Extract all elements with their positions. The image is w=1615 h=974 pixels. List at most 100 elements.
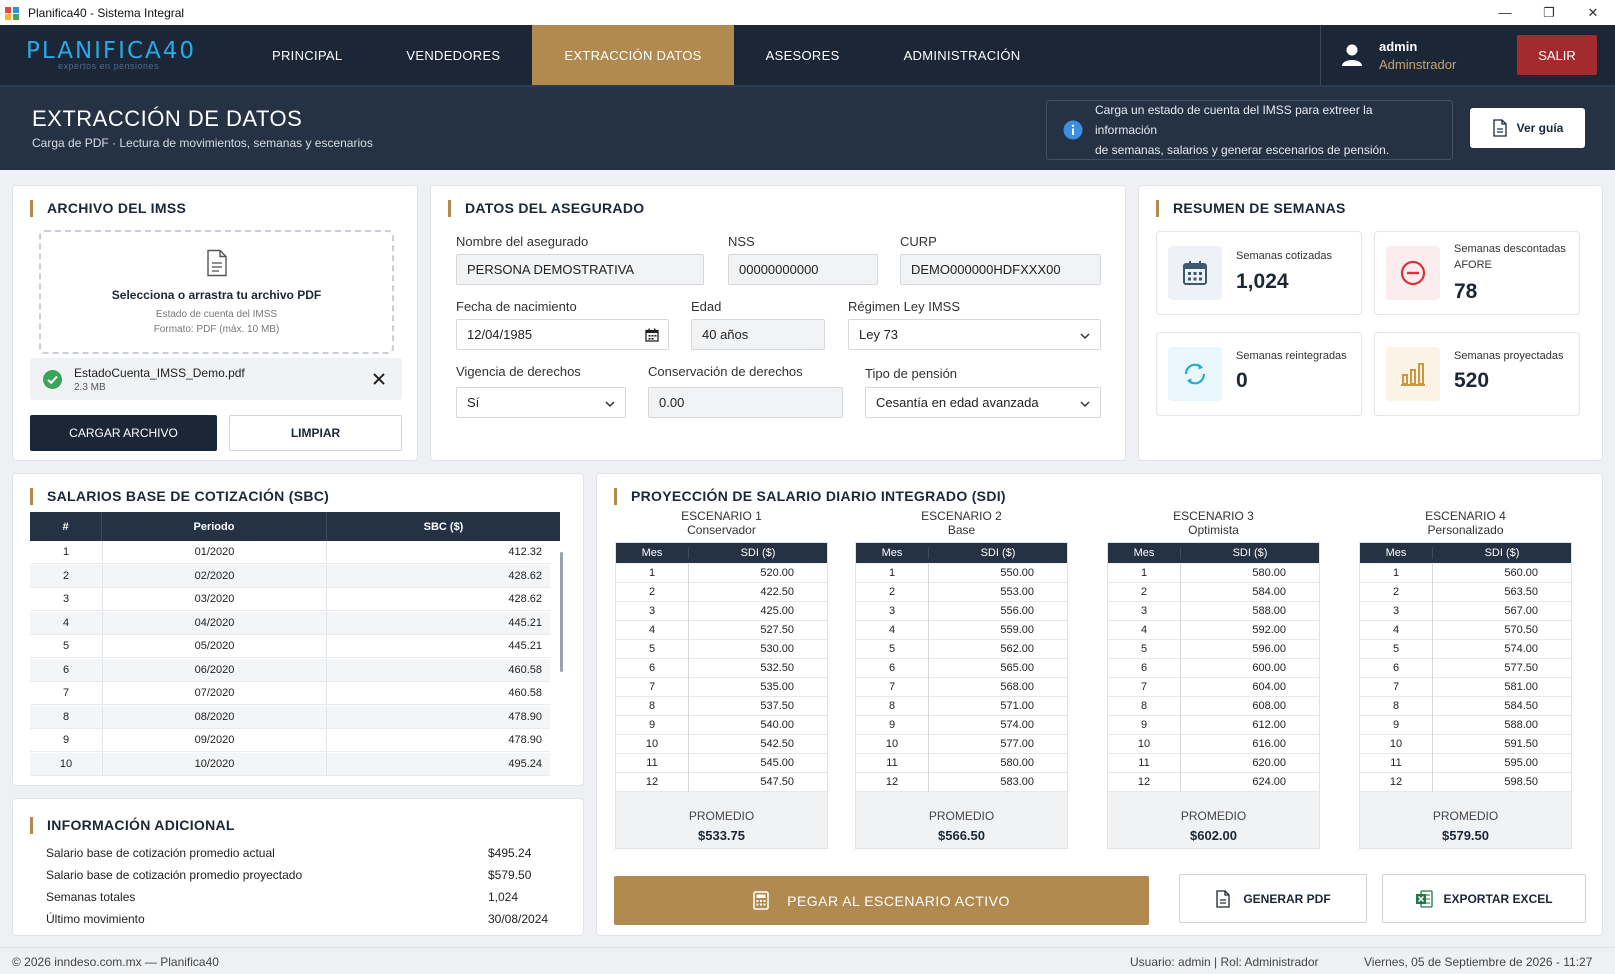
table-row[interactable]: 10 591.50 [1360,735,1571,754]
scenario-4[interactable]: ESCENARIO 4 Personalizado Mes SDI ($) 1 560.0… [1359,509,1572,849]
table-row[interactable]: 12 624.00 [1108,773,1319,792]
table-row[interactable]: 4 527.50 [616,621,827,640]
table-row[interactable]: 7 568.00 [856,678,1067,697]
table-row[interactable]: 2 563.50 [1360,583,1571,602]
export-excel-button[interactable]: EXPORTAR EXCEL [1382,874,1586,923]
nombre-field[interactable]: PERSONA DEMOSTRATIVA [456,254,704,285]
minimize-button[interactable]: — [1483,0,1527,25]
table-row[interactable]: 12 598.50 [1360,773,1571,792]
clear-button[interactable]: LIMPIAR [229,415,402,451]
table-row[interactable]: 2 422.50 [616,583,827,602]
fecha-nacimiento-field[interactable]: 12/04/1985 [456,319,669,350]
table-row[interactable]: 7 07/2020 460.58 [30,682,550,705]
close-window-button[interactable]: ✕ [1571,0,1615,25]
col-sdi: SDI ($) [1180,547,1319,559]
calendar-picker-icon[interactable] [645,328,659,342]
cell-num: 5 [62,640,70,652]
scenario-3[interactable]: ESCENARIO 3 Optimista Mes SDI ($) 1 580.00 2 58… [1107,509,1320,849]
conservacion-field[interactable]: 0.00 [648,387,843,418]
table-row[interactable]: 12 547.50 [616,773,827,792]
tab-vendedores[interactable]: VENDEDORES [374,25,532,85]
table-row[interactable]: 1 560.00 [1360,564,1571,583]
user-menu[interactable]: admin Adminstrador [1320,25,1456,85]
curp-field[interactable]: DEMO000000HDFXXX00 [900,254,1101,285]
table-row[interactable]: 11 595.00 [1360,754,1571,773]
guide-button[interactable]: Ver guía [1470,108,1585,148]
sbc-scrollbar[interactable] [560,552,563,672]
cell-mes: 7 [1392,681,1400,693]
table-row[interactable]: 4 592.00 [1108,621,1319,640]
remove-file-icon[interactable] [372,372,386,386]
cell-periodo: 04/2020 [102,611,327,634]
logo[interactable]: PLANIFICA40 expertos en pensiones [26,39,196,71]
table-row[interactable]: 6 577.50 [1360,659,1571,678]
table-row[interactable]: 1 550.00 [856,564,1067,583]
table-row[interactable]: 7 604.00 [1108,678,1319,697]
table-row[interactable]: 10 616.00 [1108,735,1319,754]
table-row[interactable]: 11 580.00 [856,754,1067,773]
table-row[interactable]: 11 545.00 [616,754,827,773]
cell-num: 7 [62,687,70,699]
table-row[interactable]: 8 608.00 [1108,697,1319,716]
table-row[interactable]: 4 559.00 [856,621,1067,640]
table-row[interactable]: 6 565.00 [856,659,1067,678]
table-row[interactable]: 8 537.50 [616,697,827,716]
table-row[interactable]: 9 574.00 [856,716,1067,735]
table-row[interactable]: 2 584.00 [1108,583,1319,602]
table-row[interactable]: 3 567.00 [1360,602,1571,621]
table-row[interactable]: 9 588.00 [1360,716,1571,735]
table-row[interactable]: 11 620.00 [1108,754,1319,773]
table-row[interactable]: 10 10/2020 495.24 [30,752,550,776]
scenario-2[interactable]: ESCENARIO 2 Base Mes SDI ($) 1 550.00 2 553.00 3… [855,509,1068,849]
regimen-select[interactable]: Ley 73 [848,319,1101,350]
table-row[interactable]: 9 09/2020 478.90 [30,729,550,752]
table-row[interactable]: 3 425.00 [616,602,827,621]
table-row[interactable]: 1 01/2020 412.32 [30,541,550,564]
cell-sdi: 565.00 [1000,662,1034,674]
table-row[interactable]: 3 556.00 [856,602,1067,621]
paste-active-scenario-button[interactable]: PEGAR AL ESCENARIO ACTIVO [614,876,1149,925]
restore-button[interactable]: ❐ [1527,0,1571,25]
table-row[interactable]: 1 520.00 [616,564,827,583]
table-row[interactable]: 3 03/2020 428.62 [30,588,550,611]
table-row[interactable]: 6 600.00 [1108,659,1319,678]
tab-administracion[interactable]: ADMINISTRACIÓN [872,25,1053,85]
tipo-pension-select[interactable]: Cesantía en edad avanzada [865,387,1101,418]
upload-file-button[interactable]: CARGAR ARCHIVO [30,415,217,451]
table-row[interactable]: 5 562.00 [856,640,1067,659]
table-row[interactable]: 5 596.00 [1108,640,1319,659]
table-row[interactable]: 5 05/2020 445.21 [30,635,550,658]
table-row[interactable]: 5 530.00 [616,640,827,659]
table-row[interactable]: 6 06/2020 460.58 [30,658,550,682]
tab-principal[interactable]: PRINCIPAL [240,25,374,85]
table-row[interactable]: 8 584.50 [1360,697,1571,716]
tab-extraccion-datos[interactable]: EXTRACCIÓN DATOS [532,25,734,85]
chevron-down-icon [1080,401,1090,408]
table-row[interactable]: 8 571.00 [856,697,1067,716]
table-row[interactable]: 8 08/2020 478.90 [30,705,550,729]
table-row[interactable]: 4 04/2020 445.21 [30,611,550,635]
vigencia-select[interactable]: Sí [456,387,626,418]
generate-pdf-button[interactable]: GENERAR PDF [1179,874,1367,923]
table-row[interactable]: 4 570.50 [1360,621,1571,640]
table-row[interactable]: 2 02/2020 428.62 [30,564,550,588]
logout-button[interactable]: SALIR [1517,35,1597,75]
cell-sdi: 584.50 [1504,700,1538,712]
table-row[interactable]: 5 574.00 [1360,640,1571,659]
table-row[interactable]: 10 542.50 [616,735,827,754]
table-row[interactable]: 6 532.50 [616,659,827,678]
table-row[interactable]: 3 588.00 [1108,602,1319,621]
nss-field[interactable]: 00000000000 [728,254,878,285]
table-row[interactable]: 9 540.00 [616,716,827,735]
table-row[interactable]: 9 612.00 [1108,716,1319,735]
table-row[interactable]: 7 581.00 [1360,678,1571,697]
pdf-dropzone[interactable]: Selecciona o arrastra tu archivo PDF Est… [39,230,394,354]
table-row[interactable]: 12 583.00 [856,773,1067,792]
tab-asesores[interactable]: ASESORES [734,25,872,85]
table-row[interactable]: 2 553.00 [856,583,1067,602]
scenario-title: ESCENARIO 2 Base [855,509,1068,537]
scenario-1[interactable]: ESCENARIO 1 Conservador Mes SDI ($) 1 520.00 2… [615,509,828,849]
table-row[interactable]: 1 580.00 [1108,564,1319,583]
table-row[interactable]: 7 535.00 [616,678,827,697]
table-row[interactable]: 10 577.00 [856,735,1067,754]
